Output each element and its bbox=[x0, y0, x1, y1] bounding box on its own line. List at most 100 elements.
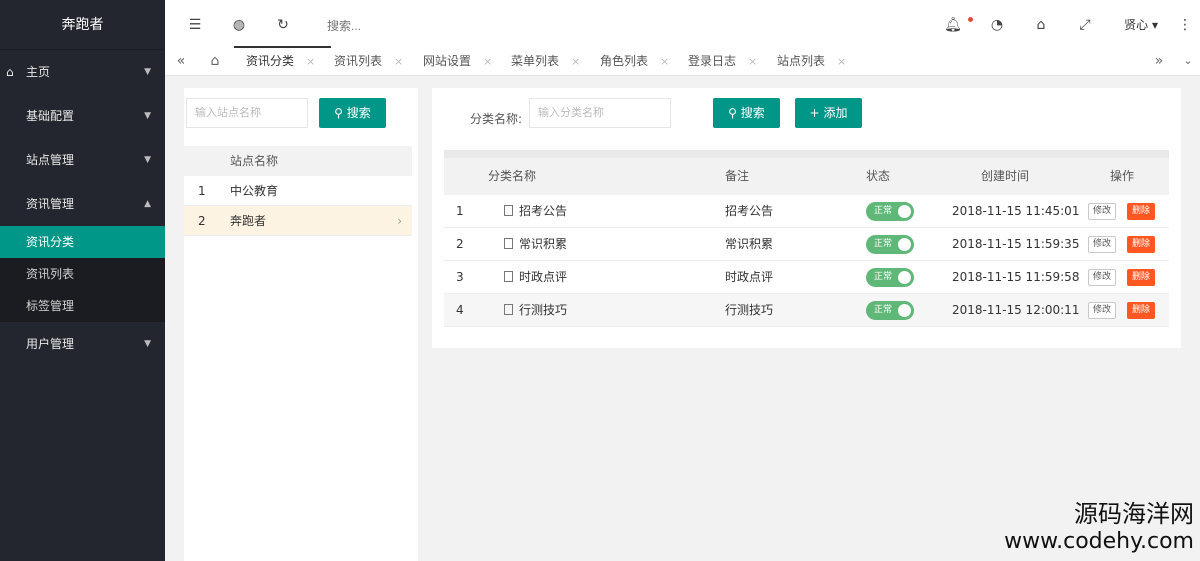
created-time: 2018-11-15 12:00:11 bbox=[952, 303, 1080, 317]
sidebar-item-site-manage[interactable]: 站点管理 ▼ bbox=[0, 138, 165, 182]
edit-button[interactable]: 修改 bbox=[1088, 236, 1117, 253]
created-time: 2018-11-15 11:59:35 bbox=[952, 237, 1080, 251]
tab-dropdown-icon[interactable]: ⌄ bbox=[1178, 46, 1198, 76]
list-item[interactable]: 1 中公教育 bbox=[184, 176, 412, 206]
edit-button[interactable]: 修改 bbox=[1088, 203, 1117, 220]
close-icon[interactable]: × bbox=[837, 55, 846, 68]
file-icon bbox=[504, 238, 513, 249]
site-search-button[interactable]: ⚲ 搜索 bbox=[319, 98, 386, 128]
sidebar-subitem-news-list[interactable]: 资讯列表 bbox=[0, 258, 165, 290]
site-panel: 输入站点名称 ⚲ 搜索 站点名称 1 中公教育 2 奔跑者 › bbox=[184, 88, 418, 561]
sidebar-item-label: 主页 bbox=[26, 65, 51, 79]
row-index: 3 bbox=[456, 270, 464, 284]
tab-prev-icon[interactable]: « bbox=[171, 46, 191, 76]
tag-icon[interactable]: ⌂ bbox=[1029, 0, 1053, 50]
tab-login-log[interactable]: 登录日志 × bbox=[688, 46, 757, 76]
delete-button[interactable]: 删除 bbox=[1127, 302, 1156, 319]
table-row: 4 行测技巧 行测技巧 正常 2018-11-15 12:00:11 修改 删除 bbox=[444, 294, 1169, 327]
watermark-line1: 源码海洋网 bbox=[1074, 500, 1194, 528]
tab-site-list[interactable]: 站点列表 × bbox=[777, 46, 846, 76]
search-icon: ⚲ bbox=[334, 106, 343, 120]
list-item[interactable]: 2 奔跑者 › bbox=[184, 206, 412, 236]
category-name-cell: 时政点评 bbox=[504, 261, 567, 294]
category-name: 常识积累 bbox=[519, 237, 568, 251]
tab-news-category[interactable]: 资讯分类 × bbox=[233, 46, 332, 76]
note-cell: 时政点评 bbox=[725, 270, 774, 284]
close-icon[interactable]: × bbox=[483, 55, 492, 68]
status-toggle[interactable]: 正常 bbox=[866, 235, 914, 254]
add-label: 添加 bbox=[823, 106, 848, 120]
category-name-cell: 行测技巧 bbox=[504, 294, 567, 327]
status-toggle[interactable]: 正常 bbox=[866, 202, 914, 221]
caret-down-icon: ▼ bbox=[144, 111, 151, 121]
edit-button[interactable]: 修改 bbox=[1088, 269, 1117, 286]
edit-button[interactable]: 修改 bbox=[1088, 302, 1117, 319]
user-menu[interactable]: 贤心 ▾ bbox=[1124, 0, 1158, 50]
file-icon bbox=[504, 205, 513, 216]
site-table-header: 站点名称 bbox=[184, 146, 412, 176]
home-tab-icon[interactable]: ⌂ bbox=[205, 46, 225, 76]
tab-news-list[interactable]: 资讯列表 × bbox=[334, 46, 403, 76]
globe-icon[interactable]: ◍ bbox=[227, 0, 251, 50]
close-icon[interactable]: × bbox=[748, 55, 757, 68]
file-icon bbox=[504, 271, 513, 282]
note-cell: 常识积累 bbox=[725, 237, 774, 251]
close-icon[interactable]: × bbox=[660, 55, 669, 68]
caret-down-icon: ▼ bbox=[144, 67, 151, 77]
category-name-input[interactable]: 输入分类名称 bbox=[529, 98, 671, 128]
sidebar-item-news-manage[interactable]: 资讯管理 ▲ bbox=[0, 182, 165, 226]
row-index: 2 bbox=[456, 237, 464, 251]
note-cell: 招考公告 bbox=[725, 204, 774, 218]
close-icon[interactable]: × bbox=[394, 55, 403, 68]
delete-button[interactable]: 删除 bbox=[1127, 203, 1156, 220]
tab-next-icon[interactable]: » bbox=[1149, 46, 1169, 76]
theme-icon[interactable]: ◔ bbox=[985, 0, 1009, 50]
bell-icon[interactable]: 🔔︎ bbox=[941, 0, 965, 50]
header-search-input[interactable] bbox=[327, 15, 487, 37]
caret-down-icon: ▼ bbox=[144, 155, 151, 165]
row-index: 1 bbox=[456, 204, 464, 218]
search-label: 搜索 bbox=[346, 106, 371, 120]
delete-button[interactable]: 删除 bbox=[1127, 236, 1156, 253]
search-icon: ⚲ bbox=[728, 106, 737, 120]
tab-label: 站点列表 bbox=[777, 54, 826, 68]
tab-role-list[interactable]: 角色列表 × bbox=[600, 46, 669, 76]
menu-toggle-icon[interactable]: ☰ bbox=[183, 0, 207, 50]
sidebar-item-user-manage[interactable]: 用户管理 ▼ bbox=[0, 322, 165, 366]
category-name-cell: 常识积累 bbox=[504, 228, 567, 261]
more-icon[interactable]: ⋮ bbox=[1173, 0, 1197, 50]
add-category-button[interactable]: + 添加 bbox=[795, 98, 862, 128]
sidebar-subitem-tag-manage[interactable]: 标签管理 bbox=[0, 290, 165, 322]
status-toggle[interactable]: 正常 bbox=[866, 301, 914, 320]
delete-button[interactable]: 删除 bbox=[1127, 269, 1156, 286]
close-icon[interactable]: × bbox=[306, 55, 315, 68]
file-icon bbox=[504, 304, 513, 315]
sidebar-subitem-news-category[interactable]: 资讯分类 bbox=[0, 226, 165, 258]
column-header: 分类名称 bbox=[488, 169, 537, 183]
tab-menu-list[interactable]: 菜单列表 × bbox=[511, 46, 580, 76]
created-time: 2018-11-15 11:45:01 bbox=[952, 204, 1080, 218]
category-name: 行测技巧 bbox=[519, 303, 568, 317]
watermark: 源码海洋网 www.codehy.com bbox=[1004, 499, 1194, 555]
tab-site-settings[interactable]: 网站设置 × bbox=[423, 46, 492, 76]
column-header: 创建时间 bbox=[981, 169, 1030, 183]
refresh-icon[interactable]: ↻ bbox=[271, 0, 295, 50]
fullscreen-icon[interactable]: ⤢ bbox=[1073, 0, 1097, 50]
category-name-cell: 招考公告 bbox=[504, 195, 567, 228]
tab-label: 网站设置 bbox=[423, 54, 472, 68]
category-search-button[interactable]: ⚲ 搜索 bbox=[713, 98, 780, 128]
sidebar-item-home[interactable]: ⌂ 主页 ▼ bbox=[0, 50, 165, 94]
home-icon: ⌂ bbox=[6, 65, 14, 79]
note-cell: 行测技巧 bbox=[725, 303, 774, 317]
close-icon[interactable]: × bbox=[571, 55, 580, 68]
site-name-input[interactable]: 输入站点名称 bbox=[186, 98, 308, 128]
sidebar-item-label: 基础配置 bbox=[26, 109, 75, 123]
brand-title: 奔跑者 bbox=[0, 0, 165, 50]
watermark-line2: www.codehy.com bbox=[1004, 529, 1194, 554]
status-toggle[interactable]: 正常 bbox=[866, 268, 914, 287]
tab-label: 资讯分类 bbox=[246, 54, 295, 68]
column-header: 状态 bbox=[866, 169, 891, 183]
site-name: 奔跑者 bbox=[230, 214, 267, 228]
sidebar-item-basic-config[interactable]: 基础配置 ▼ bbox=[0, 94, 165, 138]
table-row: 3 时政点评 时政点评 正常 2018-11-15 11:59:58 修改 删除 bbox=[444, 261, 1169, 294]
